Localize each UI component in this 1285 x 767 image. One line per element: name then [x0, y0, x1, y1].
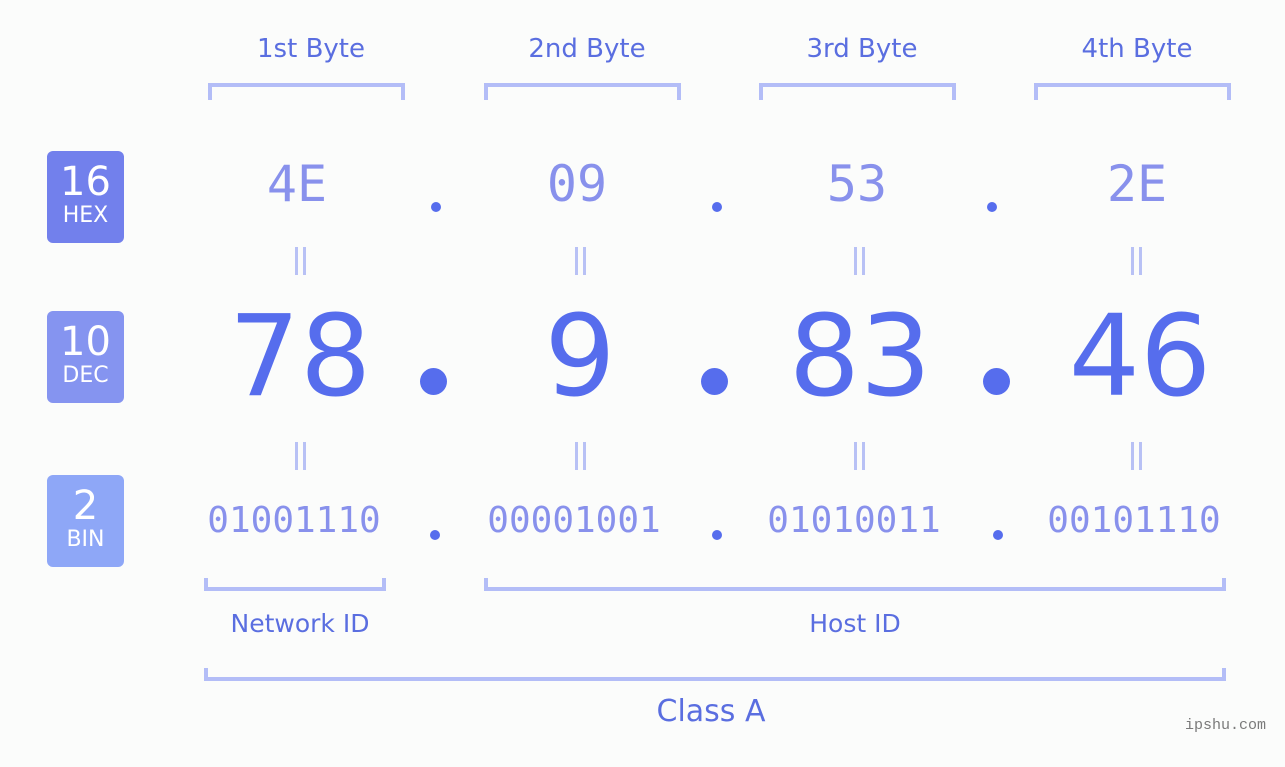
bin-dot-3	[993, 530, 1003, 540]
hex-dot-1	[431, 202, 441, 212]
equals-icon	[573, 442, 587, 470]
byte-header-3: 3rd Byte	[806, 34, 918, 64]
bin-label: BIN	[66, 527, 105, 552]
dec-dot-2	[701, 368, 728, 395]
bin-byte-3: 01010011	[767, 500, 941, 541]
bin-byte-4: 00101110	[1047, 500, 1221, 541]
equals-icon	[573, 247, 587, 275]
bin-dot-1	[430, 530, 440, 540]
equals-icon	[1129, 442, 1143, 470]
watermark: ipshu.com	[1185, 717, 1267, 734]
equals-icon	[852, 442, 866, 470]
equals-icon	[852, 247, 866, 275]
hex-dot-3	[987, 202, 997, 212]
equals-icon	[293, 442, 307, 470]
bin-radix: 2	[72, 483, 99, 529]
dec-radix: 10	[60, 319, 111, 365]
class-label: Class A	[656, 694, 766, 729]
byte-header-2: 2nd Byte	[528, 34, 646, 64]
network-id-bracket	[204, 578, 386, 591]
dec-byte-2: 9	[544, 292, 616, 422]
host-id-label: Host ID	[809, 609, 901, 638]
network-id-label: Network ID	[230, 609, 370, 638]
dec-dot-1	[420, 368, 447, 395]
hex-byte-2: 09	[546, 155, 608, 213]
dec-byte-3: 83	[788, 292, 932, 422]
byte-header-1: 1st Byte	[257, 34, 365, 64]
dec-badge: 10 DEC	[47, 311, 124, 403]
hex-byte-3: 53	[826, 155, 888, 213]
dec-byte-4: 46	[1068, 292, 1212, 422]
hex-byte-4: 2E	[1106, 155, 1168, 213]
dec-byte-1: 78	[228, 292, 372, 422]
hex-label: HEX	[62, 203, 109, 228]
class-bracket	[204, 668, 1226, 681]
hex-badge: 16 HEX	[47, 151, 124, 243]
dec-dot-3	[983, 368, 1010, 395]
byte-bracket-4	[1034, 83, 1231, 100]
equals-icon	[1129, 247, 1143, 275]
bin-byte-1: 01001110	[207, 500, 381, 541]
host-id-bracket	[484, 578, 1226, 591]
bin-byte-2: 00001001	[487, 500, 661, 541]
hex-radix: 16	[60, 159, 111, 205]
byte-bracket-3	[759, 83, 956, 100]
hex-byte-1: 4E	[266, 155, 328, 213]
byte-bracket-2	[484, 83, 681, 100]
dec-label: DEC	[62, 363, 109, 388]
bin-dot-2	[712, 530, 722, 540]
hex-dot-2	[712, 202, 722, 212]
byte-bracket-1	[208, 83, 405, 100]
byte-header-4: 4th Byte	[1081, 34, 1193, 64]
bin-badge: 2 BIN	[47, 475, 124, 567]
equals-icon	[293, 247, 307, 275]
